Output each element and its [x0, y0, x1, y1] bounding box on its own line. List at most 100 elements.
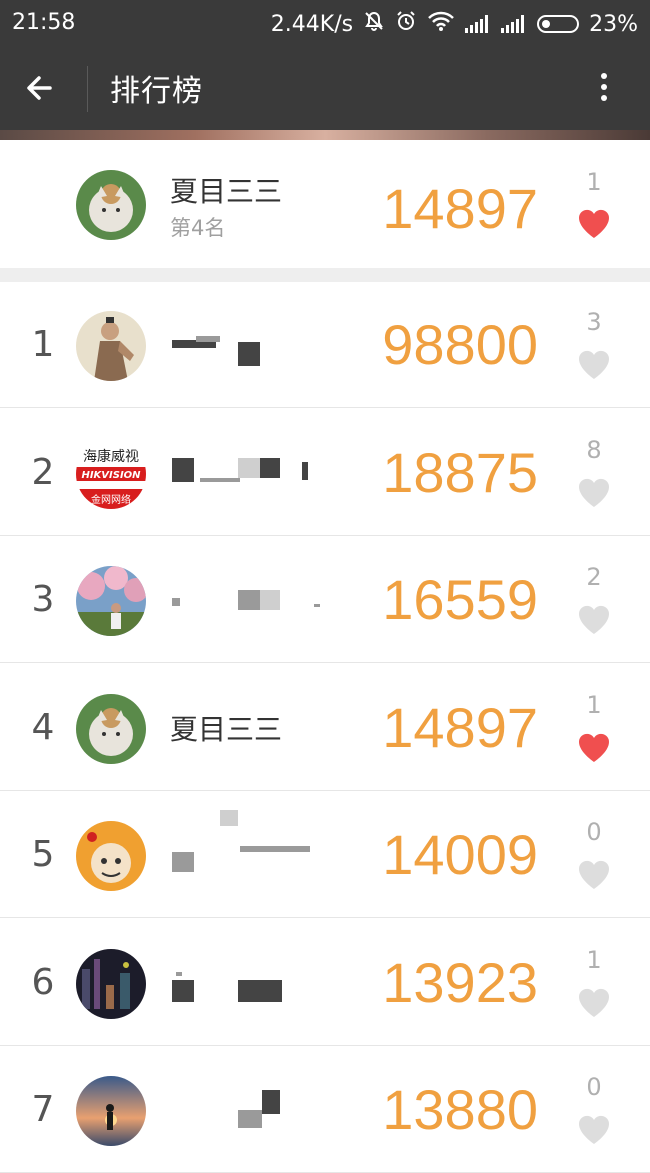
name-mosaic — [200, 478, 240, 482]
name-mosaic — [262, 1090, 280, 1114]
like-count: 1 — [586, 945, 602, 974]
battery-icon — [537, 15, 580, 33]
alarm-clock-icon — [395, 10, 417, 38]
rank-number: 5 — [31, 834, 55, 875]
rank-row[interactable]: 3 16559 2 — [0, 537, 650, 663]
heart-icon — [578, 860, 610, 889]
rank-number: 4 — [31, 706, 55, 748]
rank-number: 6 — [31, 961, 55, 1003]
heart-icon — [578, 988, 610, 1017]
back-button[interactable] — [20, 68, 60, 108]
heart-like-button[interactable] — [577, 208, 611, 240]
rank-number: 3 — [31, 579, 55, 620]
battery-percent: 23% — [589, 11, 638, 37]
status-time: 21:58 — [12, 10, 76, 35]
hikvision-en-text: HIKVISION — [81, 470, 141, 481]
more-vertical-icon — [594, 73, 614, 101]
score-value: 18875 — [382, 440, 538, 504]
heart-icon — [578, 478, 610, 507]
score-value: 13880 — [382, 1078, 538, 1141]
avatar[interactable] — [76, 170, 146, 240]
score-value: 14897 — [382, 695, 538, 759]
name-mosaic — [172, 458, 194, 482]
signal-icon — [465, 15, 491, 33]
score-value: 13923 — [382, 950, 538, 1014]
my-score: 14897 — [382, 177, 538, 240]
heart-like-button[interactable] — [577, 477, 611, 509]
like-count: 1 — [586, 690, 602, 719]
heart-like-button[interactable] — [577, 1114, 611, 1146]
section-separator — [0, 268, 650, 282]
name-mosaic — [314, 604, 320, 607]
my-like-count: 1 — [586, 168, 602, 196]
avatar[interactable] — [76, 1076, 146, 1146]
name-mosaic — [260, 980, 282, 1002]
heart-like-button[interactable] — [577, 604, 611, 636]
net-speed: 2.44K/s — [270, 11, 354, 37]
name-mosaic — [260, 458, 280, 478]
my-name: 夏目三三 — [170, 175, 283, 208]
heart-like-button[interactable] — [577, 859, 611, 891]
heart-icon — [578, 209, 610, 238]
rank-row[interactable]: 2 海康威视 HIKVISION 金网网络 18875 8 — [0, 410, 650, 536]
hikvision-sub-text: 金网网络 — [91, 493, 131, 506]
rank-number: 7 — [31, 1089, 55, 1130]
rank-row[interactable]: 5 14009 0 — [0, 792, 650, 918]
status-icons: 2.44K/s 23% — [271, 10, 638, 38]
bell-muted-icon — [363, 10, 385, 38]
avatar[interactable] — [76, 566, 146, 636]
name-mosaic — [238, 458, 260, 478]
my-rank-card[interactable]: 夏目三三 第4名 14897 1 — [0, 140, 650, 268]
avatar[interactable]: 海康威视 HIKVISION 金网网络 — [76, 438, 146, 509]
avatar[interactable] — [76, 311, 146, 381]
name-mosaic — [238, 590, 260, 610]
name-mosaic — [220, 810, 238, 826]
name-mosaic — [196, 336, 220, 342]
name-mosaic — [238, 980, 260, 1002]
like-count: 8 — [586, 435, 602, 464]
wifi-icon — [427, 10, 455, 38]
cat-avatar-image — [76, 170, 146, 240]
heart-icon — [578, 350, 610, 379]
name-mosaic — [238, 1110, 262, 1128]
score-value: 16559 — [382, 568, 538, 631]
heart-like-button[interactable] — [577, 349, 611, 381]
my-position: 第4名 — [170, 216, 226, 240]
rank-row[interactable]: 4 夏目三三 14897 1 — [0, 665, 650, 791]
user-name: 夏目三三 — [170, 712, 283, 746]
avatar[interactable] — [76, 821, 146, 891]
name-mosaic — [260, 590, 280, 610]
heart-like-button[interactable] — [577, 732, 611, 764]
name-mosaic — [172, 980, 194, 1002]
toolbar-divider — [87, 66, 88, 112]
score-value: 98800 — [382, 313, 538, 376]
rank-number: 2 — [31, 451, 55, 493]
heart-icon — [578, 605, 610, 634]
status-bar: 21:58 2.44K/s 23% — [0, 0, 650, 46]
rank-number: 1 — [31, 324, 55, 365]
like-count: 2 — [586, 563, 602, 591]
heart-icon — [578, 1115, 610, 1144]
avatar[interactable] — [76, 948, 146, 1019]
heart-like-button[interactable] — [577, 987, 611, 1019]
hikvision-cn-text: 海康威视 — [83, 448, 139, 465]
arrow-left-icon — [27, 76, 52, 100]
score-value: 14009 — [382, 823, 538, 886]
name-mosaic — [302, 462, 308, 480]
name-mosaic — [176, 972, 182, 976]
rank-row[interactable]: 1 98800 3 — [0, 282, 650, 408]
signal-icon — [501, 15, 527, 33]
heart-icon — [578, 733, 610, 762]
rank-row[interactable]: 6 13923 1 — [0, 920, 650, 1046]
like-count: 0 — [586, 1073, 602, 1101]
name-mosaic — [172, 852, 194, 872]
name-mosaic — [172, 598, 180, 606]
like-count: 0 — [586, 818, 602, 846]
more-menu-button[interactable] — [594, 68, 614, 108]
rank-row[interactable]: 7 13880 0 — [0, 1047, 650, 1173]
name-mosaic — [238, 342, 260, 366]
app-toolbar: 排行榜 — [0, 46, 650, 130]
banner-strip — [0, 130, 650, 140]
avatar[interactable] — [76, 693, 146, 764]
page-title: 排行榜 — [110, 74, 203, 109]
